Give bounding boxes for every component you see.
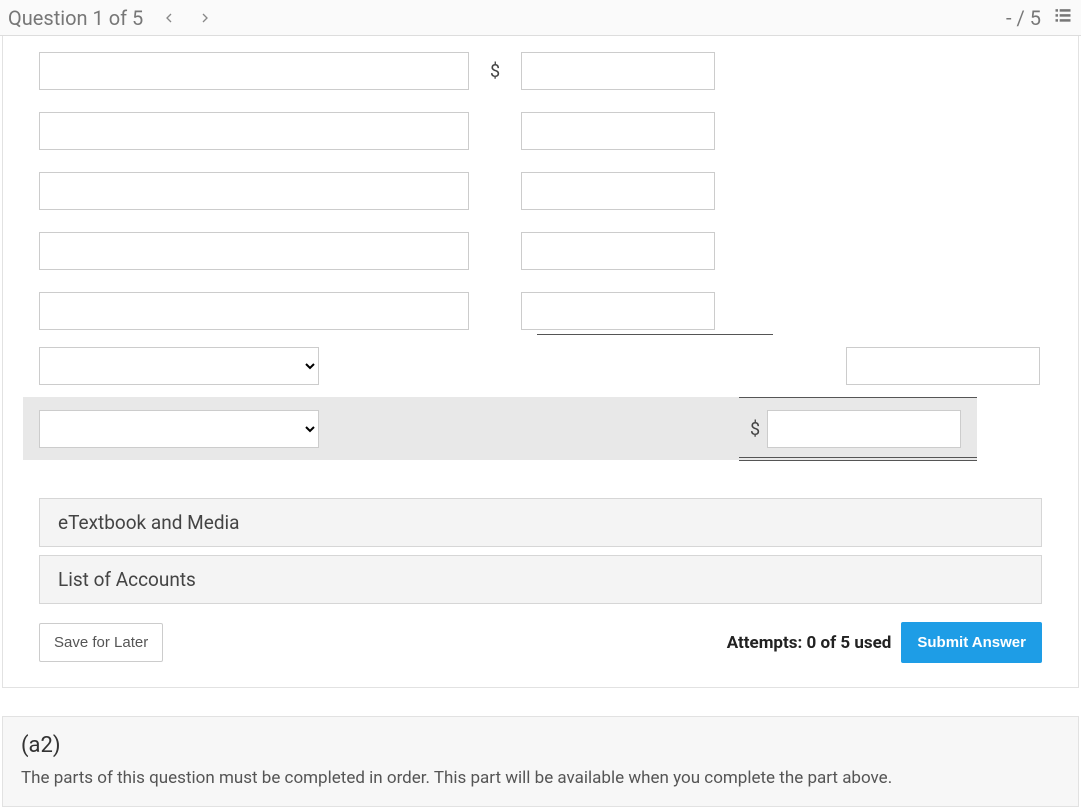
account-input-1[interactable]: [39, 52, 469, 90]
account-input-4[interactable]: [39, 232, 469, 270]
account-input-3[interactable]: [39, 172, 469, 210]
subtotal-amount[interactable]: [846, 347, 1040, 385]
question-list-icon[interactable]: [1053, 5, 1073, 30]
list-of-accounts-accordion[interactable]: List of Accounts: [39, 555, 1042, 604]
total-amount[interactable]: [767, 410, 961, 448]
submit-answer-button[interactable]: Submit Answer: [901, 622, 1042, 663]
total-row: $: [23, 397, 977, 460]
next-question-icon[interactable]: [195, 8, 215, 28]
dollar-sign: $: [477, 61, 513, 82]
etextbook-accordion[interactable]: eTextbook and Media: [39, 498, 1042, 547]
dollar-sign: $: [743, 419, 767, 440]
next-part-card: (a2) The parts of this question must be …: [2, 716, 1079, 807]
amount-input-4[interactable]: [521, 232, 715, 270]
amount-input-1[interactable]: [521, 52, 715, 90]
top-bar: Question 1 of 5 - / 5: [0, 0, 1081, 36]
amount-input-2[interactable]: [521, 112, 715, 150]
question-actions: Save for Later Attempts: 0 of 5 used Sub…: [3, 612, 1078, 679]
account-input-5[interactable]: [39, 292, 469, 330]
question-label: Question 1 of 5: [8, 6, 143, 30]
part-locked-message: The parts of this question must be compl…: [21, 768, 1060, 788]
amount-input-5[interactable]: [521, 292, 715, 330]
question-card: $: [2, 36, 1079, 688]
account-input-2[interactable]: [39, 112, 469, 150]
subtotal-select[interactable]: [39, 347, 319, 385]
total-select[interactable]: [39, 410, 319, 448]
prev-question-icon[interactable]: [159, 8, 179, 28]
score-label: - / 5: [1006, 6, 1041, 30]
save-for-later-button[interactable]: Save for Later: [39, 623, 163, 662]
part-label: (a2): [21, 733, 1060, 758]
attempts-label: Attempts: 0 of 5 used: [727, 633, 892, 653]
subtotal-rule: [537, 334, 773, 335]
amount-input-3[interactable]: [521, 172, 715, 210]
